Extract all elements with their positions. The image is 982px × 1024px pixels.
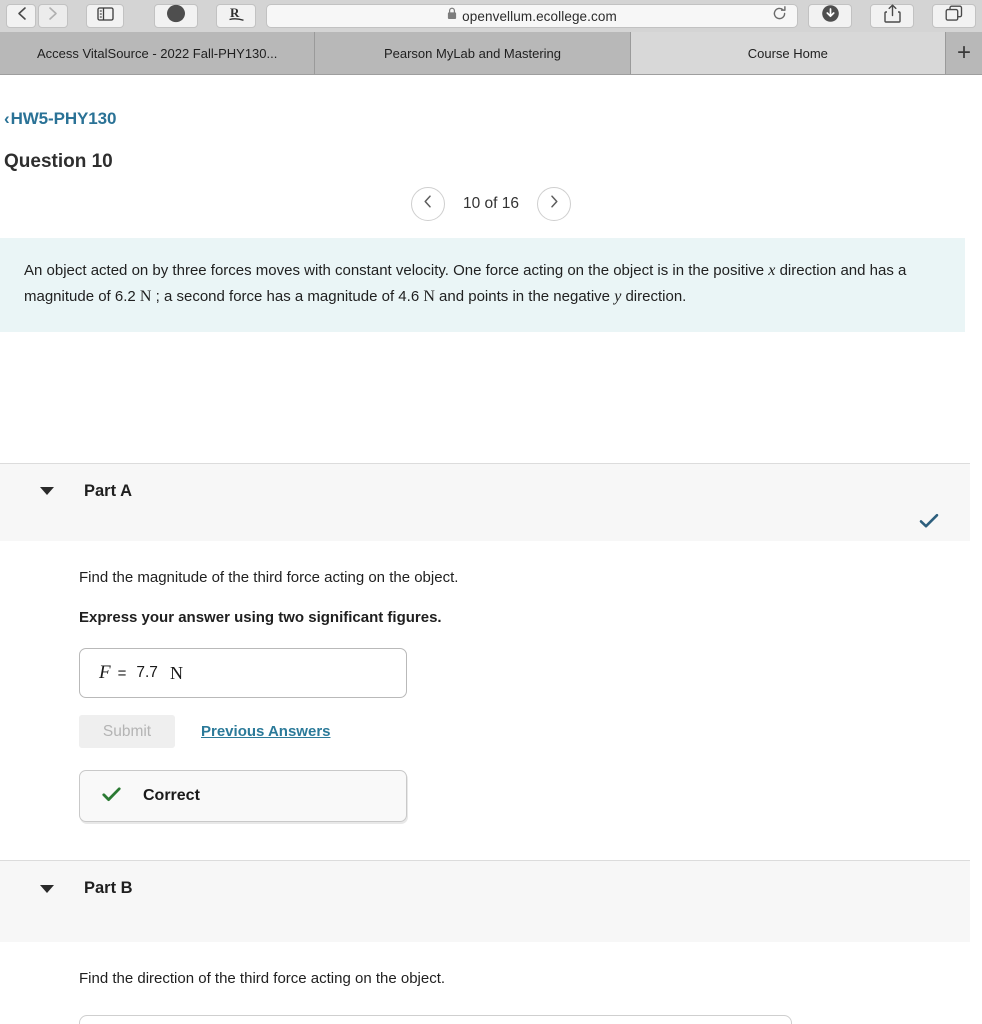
statement-seg-1: An object acted on by three forces moves… — [24, 262, 769, 279]
browser-tab-0[interactable]: Access VitalSource - 2022 Fall-PHY130... — [0, 32, 316, 74]
part-a-section: Part A Find the magnitude of the third f… — [0, 462, 982, 823]
url-text: openvellum.ecollege.com — [462, 8, 617, 24]
question-navigation: 10 of 16 — [0, 187, 982, 221]
forward-button[interactable] — [38, 4, 68, 28]
chevron-right-icon — [549, 194, 560, 214]
address-bar-content: openvellum.ecollege.com — [447, 7, 617, 25]
math-editor-panel[interactable]: ∣ ∣ √ — [79, 1014, 792, 1024]
breadcrumb-label: HW5-PHY130 — [10, 109, 117, 128]
feedback-text: Correct — [143, 787, 200, 805]
previous-question-button[interactable] — [410, 187, 445, 221]
tab-bar: Access VitalSource - 2022 Fall-PHY130...… — [0, 32, 982, 75]
chevron-down-icon[interactable] — [40, 487, 54, 496]
download-circle-icon — [821, 4, 840, 28]
statement-seg-3: ; a second force has a magnitude of 4.6 — [151, 287, 424, 305]
math-unit-newton-1: N — [139, 287, 152, 305]
browser-tab-2[interactable]: Course Home — [630, 32, 946, 74]
breadcrumb-back-link[interactable]: ‹ HW5-PHY130 — [4, 109, 116, 129]
browser-tab-1[interactable]: Pearson MyLab and Mastering — [315, 32, 631, 74]
part-b-section: Part B Find the direction of the third f… — [0, 860, 982, 1024]
downloads-button[interactable] — [808, 4, 852, 28]
previous-answers-link[interactable]: Previous Answers — [201, 723, 331, 740]
part-b-title-row: Part B — [0, 879, 970, 898]
answer-variable-label: F — [99, 662, 111, 684]
answer-input[interactable]: F = 7.7 N — [79, 648, 407, 699]
nav-button-group — [6, 4, 68, 28]
submit-button[interactable]: Submit — [79, 715, 175, 749]
correct-feedback-box: Correct — [79, 770, 407, 823]
part-a-status-badge — [919, 513, 939, 533]
page-title: Question 10 — [4, 151, 113, 172]
lock-icon — [447, 7, 457, 25]
reader-circle-icon — [166, 4, 186, 28]
reload-icon[interactable] — [772, 6, 787, 26]
part-a-actions: Submit Previous Answers — [79, 715, 982, 749]
tab-overview-icon — [945, 5, 963, 27]
svg-text:R: R — [230, 5, 240, 20]
browser-toolbar: R openvellum.ecollege.com — [0, 0, 982, 32]
part-a-prompt: Find the magnitude of the third force ac… — [79, 568, 459, 586]
chevron-left-icon — [422, 194, 433, 214]
answer-equals-sign: = — [117, 664, 127, 682]
back-button[interactable] — [6, 4, 36, 28]
part-a-body: Find the magnitude of the third force ac… — [0, 541, 982, 823]
question-statement: An object acted on by three forces moves… — [0, 238, 965, 332]
extension-button[interactable]: R — [216, 4, 256, 28]
answer-unit: N — [169, 662, 183, 683]
sidebar-toggle-button[interactable] — [86, 4, 124, 28]
statement-seg-5: direction. — [621, 287, 687, 305]
chevron-down-icon[interactable] — [40, 884, 54, 893]
part-a-title: Part A — [84, 481, 132, 500]
address-bar[interactable]: openvellum.ecollege.com — [266, 4, 798, 28]
sidebar-toggle-icon — [96, 6, 114, 26]
part-b-body: Find the direction of the third force ac… — [0, 942, 982, 1024]
part-a-header[interactable]: Part A — [0, 462, 970, 541]
part-a-instruction: Express your answer using two significan… — [79, 609, 442, 627]
statement-seg-4: and points in the negative — [434, 287, 615, 305]
new-tab-button[interactable]: + — [946, 32, 982, 74]
share-button[interactable] — [870, 4, 914, 28]
chevron-left-icon: ‹ — [4, 109, 10, 128]
part-a-title-row: Part A — [0, 482, 970, 501]
question-counter: 10 of 16 — [462, 195, 520, 212]
answer-value: 7.7 — [136, 664, 158, 682]
math-unit-newton-2: N — [423, 287, 435, 305]
extension-r-icon: R — [228, 5, 245, 28]
part-b-title: Part B — [84, 879, 133, 898]
tabs-overview-button[interactable] — [932, 4, 976, 28]
next-question-button[interactable] — [537, 187, 572, 221]
check-icon — [102, 787, 121, 806]
share-up-arrow-icon — [883, 4, 901, 28]
part-b-header[interactable]: Part B — [0, 860, 970, 943]
part-b-prompt: Find the direction of the third force ac… — [79, 970, 446, 988]
reader-mode-button[interactable] — [154, 4, 198, 28]
chevron-left-icon — [16, 6, 27, 26]
page-content: ‹ HW5-PHY130 Question 10 10 of 16 An obj… — [0, 75, 982, 1024]
chevron-right-icon — [48, 6, 59, 26]
